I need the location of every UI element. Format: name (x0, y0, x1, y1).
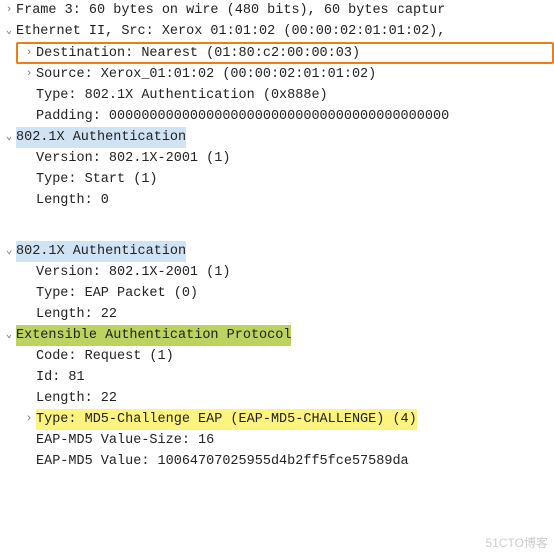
auth1-type-text: Type: Start (1) (36, 169, 158, 190)
eap-md5-value-text: EAP-MD5 Value: 10064707025955d4b2ff5fce5… (36, 451, 409, 472)
padding-row[interactable]: · Padding: 00000000000000000000000000000… (0, 106, 554, 127)
auth2-row[interactable]: ⌄ 802.1X Authentication (0, 241, 554, 262)
eap-id-text: Id: 81 (36, 367, 85, 388)
ethernet-text: Ethernet II, Src: Xerox 01:01:02 (00:00:… (16, 21, 445, 42)
eap-id-row[interactable]: · Id: 81 (0, 367, 554, 388)
auth2-version-row[interactable]: · Version: 802.1X-2001 (1) (0, 262, 554, 283)
auth1-length-row[interactable]: · Length: 0 (0, 190, 554, 211)
chevron-right-icon[interactable]: › (22, 409, 36, 430)
eap-row[interactable]: ⌄ Extensible Authentication Protocol (0, 325, 554, 346)
auth1-length-text: Length: 0 (36, 190, 109, 211)
ethernet-row[interactable]: ⌄ Ethernet II, Src: Xerox 01:01:02 (00:0… (0, 21, 554, 42)
chevron-down-icon[interactable]: ⌄ (2, 325, 16, 346)
auth1-type-row[interactable]: · Type: Start (1) (0, 169, 554, 190)
eap-text: Extensible Authentication Protocol (16, 325, 291, 346)
eth-type-text: Type: 802.1X Authentication (0x888e) (36, 85, 328, 106)
eap-type-text: Type: MD5-Challenge EAP (EAP-MD5-CHALLEN… (36, 409, 417, 430)
eap-md5-value-row[interactable]: · EAP-MD5 Value: 10064707025955d4b2ff5fc… (0, 451, 554, 472)
auth2-length-row[interactable]: · Length: 22 (0, 304, 554, 325)
chevron-right-icon[interactable]: › (22, 43, 36, 64)
eap-length-text: Length: 22 (36, 388, 117, 409)
eap-code-row[interactable]: · Code: Request (1) (0, 346, 554, 367)
eap-type-row[interactable]: › Type: MD5-Challenge EAP (EAP-MD5-CHALL… (0, 409, 554, 430)
padding-text: Padding: 0000000000000000000000000000000… (36, 106, 449, 127)
chevron-right-icon[interactable]: › (2, 0, 16, 21)
auth1-version-row[interactable]: · Version: 802.1X-2001 (1) (0, 148, 554, 169)
auth2-length-text: Length: 22 (36, 304, 117, 325)
separator-gap (0, 211, 554, 241)
auth2-type-text: Type: EAP Packet (0) (36, 283, 198, 304)
destination-text: Destination: Nearest (01:80:c2:00:00:03) (36, 43, 360, 64)
auth1-version-text: Version: 802.1X-2001 (1) (36, 148, 230, 169)
eap-md5-size-row[interactable]: · EAP-MD5 Value-Size: 16 (0, 430, 554, 451)
eth-type-row[interactable]: · Type: 802.1X Authentication (0x888e) (0, 85, 554, 106)
source-row[interactable]: › Source: Xerox_01:01:02 (00:00:02:01:01… (0, 64, 554, 85)
auth2-type-row[interactable]: · Type: EAP Packet (0) (0, 283, 554, 304)
chevron-down-icon[interactable]: ⌄ (2, 21, 16, 42)
eap-length-row[interactable]: · Length: 22 (0, 388, 554, 409)
chevron-down-icon[interactable]: ⌄ (2, 241, 16, 262)
eap-md5-size-text: EAP-MD5 Value-Size: 16 (36, 430, 214, 451)
auth2-version-text: Version: 802.1X-2001 (1) (36, 262, 230, 283)
chevron-down-icon[interactable]: ⌄ (2, 127, 16, 148)
auth1-row[interactable]: ⌄ 802.1X Authentication (0, 127, 554, 148)
source-text: Source: Xerox_01:01:02 (00:00:02:01:01:0… (36, 64, 376, 85)
eap-code-text: Code: Request (1) (36, 346, 174, 367)
auth1-text: 802.1X Authentication (16, 127, 186, 148)
chevron-right-icon[interactable]: › (22, 64, 36, 85)
auth2-text: 802.1X Authentication (16, 241, 186, 262)
destination-row[interactable]: › Destination: Nearest (01:80:c2:00:00:0… (16, 42, 554, 64)
frame-summary-text: Frame 3: 60 bytes on wire (480 bits), 60… (16, 0, 445, 21)
frame-summary-row[interactable]: › Frame 3: 60 bytes on wire (480 bits), … (0, 0, 554, 21)
watermark-text: 51CTO博客 (486, 534, 548, 551)
